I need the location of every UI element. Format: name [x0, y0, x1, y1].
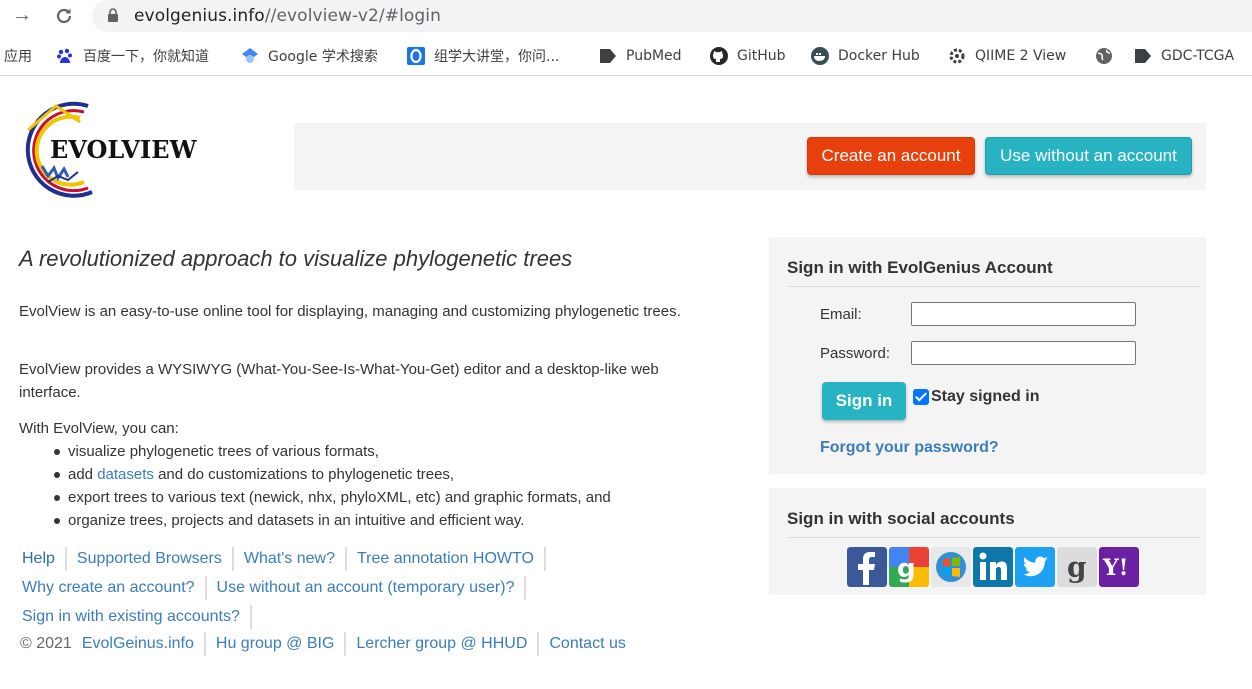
- bookmark-google-scholar[interactable]: Google 学术搜索: [241, 46, 378, 66]
- existing-accounts-link[interactable]: Sign in with existing accounts?: [12, 605, 250, 629]
- intro-paragraph-3: With EvolView, you can:: [19, 420, 179, 437]
- qiime-icon: [949, 48, 965, 64]
- list-item: export trees to various text (newick, nh…: [54, 486, 611, 509]
- bookmark-baidu[interactable]: 百度一下，你就知道: [56, 46, 209, 66]
- goodreads-icon[interactable]: g: [1057, 547, 1097, 587]
- svg-text:Y!: Y!: [1102, 555, 1128, 581]
- windows-live-icon[interactable]: [931, 547, 971, 587]
- bookmark-label: 应用: [4, 49, 32, 65]
- bookmark-qiime[interactable]: QIIME 2 View: [948, 46, 1066, 66]
- create-account-button[interactable]: Create an account: [807, 137, 975, 175]
- list-item: add datasets and do customizations to ph…: [54, 463, 611, 486]
- baidu-icon: [57, 48, 72, 63]
- globe-icon: [1096, 48, 1112, 64]
- temporary-user-link[interactable]: Use without an account (temporary user)?: [207, 576, 525, 600]
- divider: [787, 286, 1200, 287]
- signin-panel: Sign in with EvolGenius Account Email: P…: [769, 237, 1206, 474]
- github-icon: [710, 47, 728, 65]
- list-item: organize trees, projects and datasets in…: [54, 509, 611, 532]
- bookmark-omics[interactable]: 组学大讲堂，你问...: [407, 46, 559, 66]
- feature-list: visualize phylogenetic trees of various …: [54, 440, 611, 532]
- footer-links-row-3: Sign in with existing accounts?: [12, 605, 252, 629]
- help-link[interactable]: Help: [12, 547, 65, 571]
- use-without-account-button[interactable]: Use without an account: [985, 137, 1192, 175]
- evolgenius-link[interactable]: EvolGeinus.info: [82, 632, 204, 656]
- forgot-password-link[interactable]: Forgot your password?: [820, 439, 999, 457]
- gdc-icon: [1135, 49, 1151, 63]
- logo-wordmark: EVOLVIEW: [50, 135, 198, 164]
- password-label: Password:: [820, 345, 891, 362]
- list-item-text: and do customizations to phylogenetic tr…: [153, 466, 455, 483]
- footer-links-row-2: Why create an account? Use without an ac…: [12, 576, 527, 600]
- tagline: A revolutionized approach to visualize p…: [19, 246, 573, 271]
- reload-icon[interactable]: [50, 3, 78, 27]
- signin-title: Sign in with EvolGenius Account: [787, 258, 1053, 277]
- bookmark-apps[interactable]: 应用: [4, 46, 32, 66]
- lercher-group-link[interactable]: Lercher group @ HHUD: [346, 632, 537, 656]
- why-create-account-link[interactable]: Why create an account?: [12, 576, 205, 600]
- social-signin-title: Sign in with social accounts: [787, 509, 1015, 528]
- bookmark-label: 组学大讲堂，你问...: [434, 49, 560, 65]
- browser-address-bar: → evolgenius.info//evolview-v2/#login: [0, 0, 1252, 36]
- svg-text:g: g: [897, 554, 916, 584]
- bookmark-label: PubMed: [626, 48, 682, 64]
- divider: [787, 537, 1200, 538]
- whats-new-link[interactable]: What's new?: [234, 547, 345, 571]
- stay-signed-in[interactable]: Stay signed in: [913, 388, 1039, 406]
- supported-browsers-link[interactable]: Supported Browsers: [67, 547, 232, 571]
- intro-paragraph-2: EvolView provides a WYSIWYG (What-You-Se…: [19, 361, 659, 401]
- pubmed-icon: [600, 49, 616, 63]
- social-signin-panel: Sign in with social accounts g g Y!: [769, 488, 1206, 595]
- bookmarks-bar: 应用 百度一下，你就知道 Google 学术搜索 组学大讲堂，你问... Pub…: [0, 36, 1252, 76]
- email-field[interactable]: [911, 302, 1136, 326]
- linkedin-icon[interactable]: [973, 547, 1013, 587]
- stay-signed-in-checkbox[interactable]: [913, 389, 929, 405]
- intro-paragraph-1: EvolView is an easy-to-use online tool f…: [19, 303, 681, 320]
- evolview-logo[interactable]: EVOLVIEW: [10, 100, 210, 200]
- bookmark-docker[interactable]: Docker Hub: [811, 46, 920, 66]
- tree-annotation-howto-link[interactable]: Tree annotation HOWTO: [347, 547, 544, 571]
- svg-text:g: g: [1067, 551, 1087, 584]
- sign-in-button[interactable]: Sign in: [822, 382, 906, 420]
- hu-group-link[interactable]: Hu group @ BIG: [206, 632, 345, 656]
- docker-icon: [811, 47, 829, 65]
- divider: [249, 605, 252, 629]
- stay-signed-in-label: Stay signed in: [931, 388, 1040, 405]
- divider: [524, 576, 527, 600]
- url-text[interactable]: evolgenius.info//evolview-v2/#login: [134, 6, 441, 26]
- footer-links-row-1: Help Supported Browsers What's new? Tree…: [12, 547, 546, 571]
- datasets-link[interactable]: datasets: [97, 466, 154, 483]
- divider: [543, 547, 546, 571]
- contact-us-link[interactable]: Contact us: [539, 632, 635, 656]
- facebook-icon[interactable]: [847, 547, 887, 587]
- list-item: visualize phylogenetic trees of various …: [54, 440, 611, 463]
- bookmark-label: Docker Hub: [838, 48, 920, 64]
- omics-icon: [407, 47, 425, 65]
- google-scholar-icon: [242, 48, 258, 63]
- bookmark-github[interactable]: GitHub: [710, 46, 786, 66]
- list-item-text: add: [68, 466, 94, 483]
- twitter-icon[interactable]: [1015, 547, 1055, 587]
- email-label: Email:: [820, 306, 862, 323]
- bookmark-label: 百度一下，你就知道: [83, 49, 209, 65]
- lock-icon: [108, 8, 118, 22]
- bookmark-label: GDC-TCGA: [1161, 48, 1235, 64]
- bookmark-pubmed[interactable]: PubMed: [599, 46, 682, 66]
- bookmark-gdc-tcga[interactable]: GDC-TCGA: [1134, 46, 1234, 66]
- bookmark-label: GitHub: [737, 48, 786, 64]
- bookmark-label: QIIME 2 View: [975, 48, 1067, 64]
- footer-links-row-4: © 2021 EvolGeinus.info Hu group @ BIG Le…: [10, 632, 636, 656]
- bookmark-globe[interactable]: [1095, 46, 1122, 66]
- yahoo-icon[interactable]: Y!: [1099, 547, 1139, 587]
- bookmark-label: Google 学术搜索: [268, 49, 378, 65]
- forward-arrow-icon[interactable]: →: [8, 3, 36, 27]
- password-field[interactable]: [911, 341, 1136, 365]
- google-icon[interactable]: g: [889, 547, 929, 587]
- copyright: © 2021: [20, 635, 72, 652]
